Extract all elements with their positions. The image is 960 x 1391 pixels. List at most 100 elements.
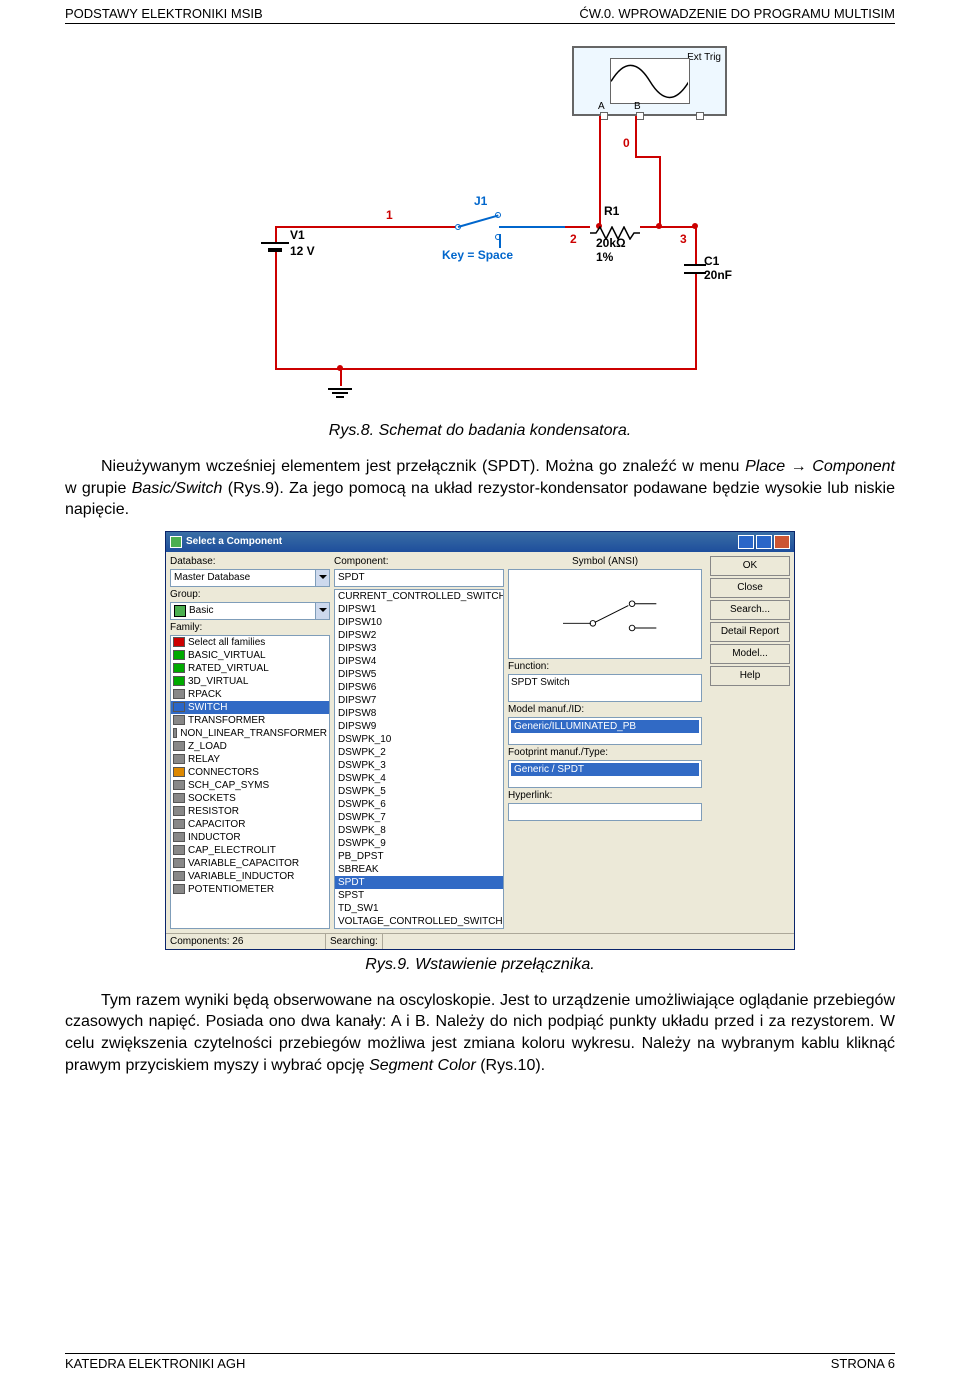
family-icon: [173, 845, 185, 855]
component-item[interactable]: DSWPK_2: [335, 746, 503, 759]
component-item[interactable]: CURRENT_CONTROLLED_SWITCH: [335, 590, 503, 603]
group-combo[interactable]: Basic: [170, 602, 330, 620]
basic-group-icon: [174, 605, 186, 617]
family-item[interactable]: CAPACITOR: [171, 818, 329, 831]
component-item[interactable]: SBREAK: [335, 863, 503, 876]
chevron-down-icon: [315, 603, 329, 619]
function-label: Function:: [508, 661, 702, 672]
family-item[interactable]: Select all families: [171, 636, 329, 649]
figure8-caption: Rys.8. Schemat do badania kondensatora.: [65, 422, 895, 440]
family-item[interactable]: VARIABLE_INDUCTOR: [171, 870, 329, 883]
header-left: PODSTAWY ELEKTRONIKI MSIB: [65, 6, 263, 21]
detail-report-button[interactable]: Detail Report: [710, 622, 790, 642]
component-item[interactable]: DSWPK_9: [335, 837, 503, 850]
component-listbox[interactable]: CURRENT_CONTROLLED_SWITCHDIPSW1DIPSW10DI…: [334, 589, 504, 929]
component-item[interactable]: DSWPK_10: [335, 733, 503, 746]
family-icon: [173, 871, 185, 881]
net-0-label: 0: [623, 136, 630, 150]
component-item[interactable]: DSWPK_7: [335, 811, 503, 824]
family-item[interactable]: RELAY: [171, 753, 329, 766]
maximize-button[interactable]: [756, 535, 772, 549]
family-item[interactable]: 3D_VIRTUAL: [171, 675, 329, 688]
r1-name: R1: [604, 204, 619, 218]
model-label: Model manuf./ID:: [508, 704, 702, 715]
chevron-down-icon: [315, 570, 329, 586]
family-item[interactable]: RATED_VIRTUAL: [171, 662, 329, 675]
database-combo[interactable]: Master Database: [170, 569, 330, 587]
dialog-title: Select a Component: [186, 536, 282, 547]
family-item[interactable]: CONNECTORS: [171, 766, 329, 779]
family-listbox[interactable]: Select all familiesBASIC_VIRTUALRATED_VI…: [170, 635, 330, 929]
component-item[interactable]: DIPSW4: [335, 655, 503, 668]
family-item[interactable]: RESISTOR: [171, 805, 329, 818]
component-item[interactable]: DIPSW6: [335, 681, 503, 694]
family-label: Family:: [170, 622, 330, 633]
family-icon: [173, 858, 185, 868]
component-item[interactable]: DIPSW5: [335, 668, 503, 681]
r1-tol: 1%: [596, 250, 613, 264]
component-item[interactable]: VOLTAGE_CONTROLLED_SWITCH: [335, 915, 503, 928]
family-item[interactable]: POTENTIOMETER: [171, 883, 329, 896]
component-item[interactable]: DIPSW10: [335, 616, 503, 629]
component-item[interactable]: SPDT: [335, 876, 503, 889]
family-item[interactable]: SWITCH: [171, 701, 329, 714]
v1-val: 12 V: [290, 244, 315, 258]
family-icon: [173, 689, 185, 699]
help-button[interactable]: Help: [710, 666, 790, 686]
hyperlink-field[interactable]: [508, 803, 702, 821]
component-item[interactable]: PB_DPST: [335, 850, 503, 863]
family-icon: [173, 819, 185, 829]
c1-val: 20nF: [704, 268, 732, 282]
component-item[interactable]: SPST: [335, 889, 503, 902]
net-2-label: 2: [570, 232, 577, 246]
family-item[interactable]: TRANSFORMER: [171, 714, 329, 727]
component-item[interactable]: DSWPK_4: [335, 772, 503, 785]
family-item[interactable]: SCH_CAP_SYMS: [171, 779, 329, 792]
component-item[interactable]: TD_SW1: [335, 902, 503, 915]
component-item[interactable]: DIPSW9: [335, 720, 503, 733]
component-item[interactable]: DIPSW3: [335, 642, 503, 655]
family-item[interactable]: Z_LOAD: [171, 740, 329, 753]
model-listbox[interactable]: Generic/ILLUMINATED_PB: [508, 717, 702, 745]
family-icon: [173, 676, 185, 686]
close-button[interactable]: Close: [710, 578, 790, 598]
family-icon: [173, 650, 185, 660]
family-icon: [173, 637, 185, 647]
family-icon: [173, 715, 185, 725]
family-icon: [173, 767, 185, 777]
family-item[interactable]: SOCKETS: [171, 792, 329, 805]
key-label: Key = Space: [442, 248, 513, 262]
component-item[interactable]: DIPSW7: [335, 694, 503, 707]
search--button[interactable]: Search...: [710, 600, 790, 620]
minimize-button[interactable]: [738, 535, 754, 549]
family-item[interactable]: VARIABLE_CAPACITOR: [171, 857, 329, 870]
footer-right: STRONA 6: [831, 1356, 895, 1371]
component-field[interactable]: SPDT: [334, 569, 504, 587]
family-item[interactable]: BASIC_VIRTUAL: [171, 649, 329, 662]
family-item[interactable]: INDUCTOR: [171, 831, 329, 844]
family-icon: [173, 793, 185, 803]
component-item[interactable]: DSWPK_3: [335, 759, 503, 772]
component-item[interactable]: DSWPK_6: [335, 798, 503, 811]
net-3-label: 3: [680, 232, 687, 246]
dialog-titlebar[interactable]: Select a Component: [166, 532, 794, 552]
component-item[interactable]: DSWPK_5: [335, 785, 503, 798]
component-item[interactable]: DIPSW8: [335, 707, 503, 720]
family-icon: [173, 780, 185, 790]
scope-port-a: A: [598, 101, 605, 112]
select-component-dialog: Select a Component Database: Master Data…: [165, 531, 795, 950]
footprint-listbox[interactable]: Generic / SPDT: [508, 760, 702, 788]
component-item[interactable]: DIPSW1: [335, 603, 503, 616]
component-item[interactable]: DIPSW2: [335, 629, 503, 642]
family-item[interactable]: RPACK: [171, 688, 329, 701]
page-footer: KATEDRA ELEKTRONIKI AGH STRONA 6: [65, 1353, 895, 1371]
symbol-preview: [508, 569, 702, 659]
model--button[interactable]: Model...: [710, 644, 790, 664]
family-icon: [173, 806, 185, 816]
family-item[interactable]: CAP_ELECTROLIT: [171, 844, 329, 857]
close-button[interactable]: [774, 535, 790, 549]
family-item[interactable]: NON_LINEAR_TRANSFORMER: [171, 727, 329, 740]
ok-button[interactable]: OK: [710, 556, 790, 576]
component-item[interactable]: DSWPK_8: [335, 824, 503, 837]
family-icon: [173, 884, 185, 894]
